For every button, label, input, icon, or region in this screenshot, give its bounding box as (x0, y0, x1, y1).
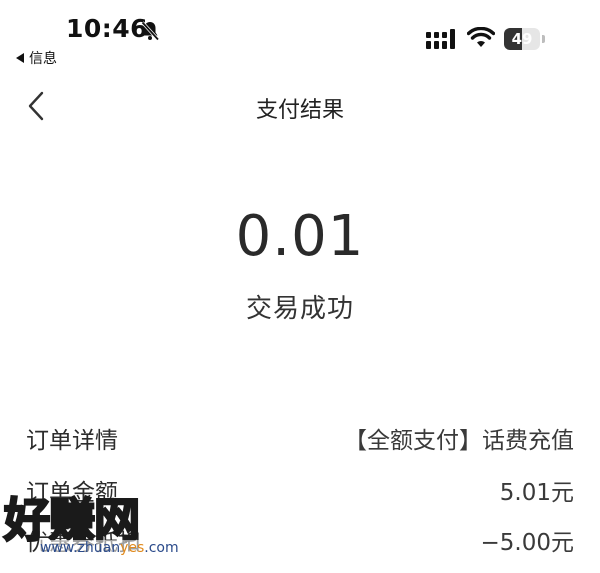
back-app-label: 信息 (29, 51, 57, 67)
order-detail-value: 【全额支付】话费充值 (344, 428, 574, 454)
order-detail-label: 订单详情 (26, 428, 118, 454)
transaction-status: 交易成功 (245, 294, 354, 324)
battery-body: 49 (504, 28, 540, 50)
order-detail-row: 订单详情 【全额支付】话费充值 (26, 420, 574, 456)
back-to-app-link[interactable]: 信息 (16, 48, 57, 68)
coupon-deduction-label: 优惠券抵扣 (26, 530, 141, 556)
battery-cap (542, 35, 545, 43)
order-amount-row: 订单金额 5.01元 (26, 472, 574, 508)
payment-amount: 0.01 (235, 204, 365, 269)
page-title: 支付结果 (255, 98, 344, 123)
order-amount-value: 5.01元 (499, 480, 574, 506)
coupon-deduction-row: 优惠券抵扣 −5.00元 (26, 522, 574, 558)
battery-level: 49 (511, 30, 533, 48)
coupon-deduction-value: −5.00元 (480, 530, 574, 556)
back-triangle-icon (16, 53, 24, 63)
battery-icon: 49 (504, 28, 548, 50)
status-bar: 10:46 信息 49 (0, 0, 600, 70)
signal-icon (426, 29, 455, 49)
order-amount-label: 订单金额 (26, 480, 118, 506)
bell-muted-icon (141, 21, 160, 41)
wifi-icon (467, 27, 495, 47)
status-time: 10:46 (66, 14, 149, 43)
